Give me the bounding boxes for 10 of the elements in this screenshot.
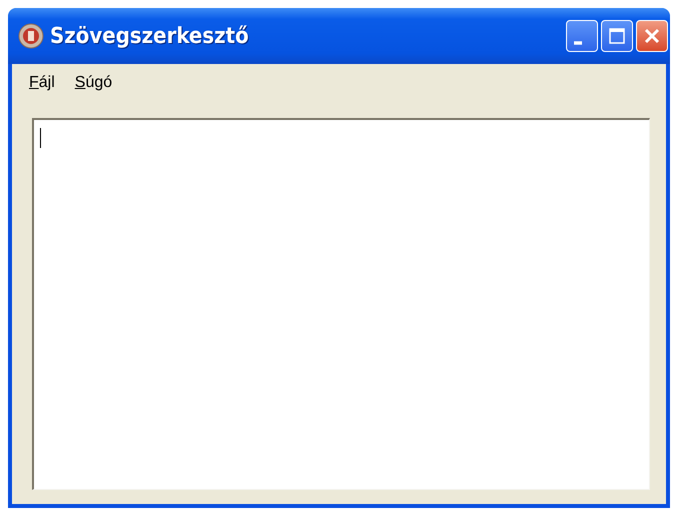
maximize-button[interactable] bbox=[601, 20, 633, 52]
app-icon bbox=[18, 23, 44, 49]
menu-item[interactable]: Fájl bbox=[20, 72, 64, 94]
close-button[interactable] bbox=[636, 20, 668, 52]
minimize-button[interactable] bbox=[566, 20, 598, 52]
maximize-icon bbox=[607, 26, 627, 46]
minimize-icon bbox=[574, 41, 582, 45]
window-title: Szövegszerkesztő bbox=[50, 24, 250, 48]
menu-item[interactable]: Súgó bbox=[66, 72, 122, 94]
close-icon bbox=[642, 26, 662, 46]
